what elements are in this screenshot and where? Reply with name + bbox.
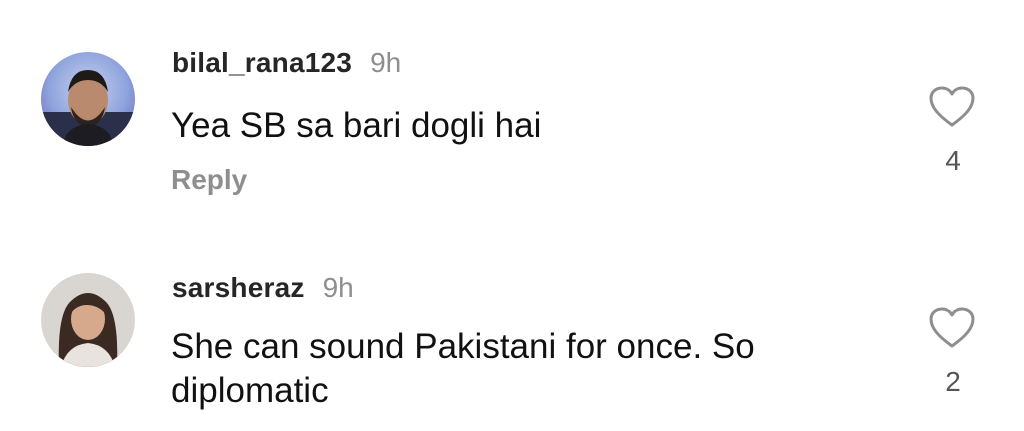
heart-outline-icon[interactable] <box>928 306 976 350</box>
like-control[interactable]: 4 <box>925 85 981 176</box>
timestamp: 9h <box>370 47 402 78</box>
user-avatar-icon <box>41 273 135 367</box>
timestamp: 9h <box>322 272 354 303</box>
comment-meta: sarsheraz 9h <box>172 272 354 304</box>
avatar[interactable] <box>41 273 135 367</box>
comment-text: She can sound Pakistani for once. So dip… <box>171 327 755 410</box>
user-avatar-icon <box>41 52 135 146</box>
comment-item: sarsheraz 9h She can sound Pakistani for… <box>0 240 1024 431</box>
comment-text: Yea SB sa bari dogli hai <box>171 106 542 145</box>
like-control[interactable]: 2 <box>925 306 981 397</box>
like-count: 4 <box>945 145 961 176</box>
like-count: 2 <box>945 366 961 397</box>
username-link[interactable]: sarsheraz <box>172 272 305 304</box>
comment-meta: bilal_rana123 9h <box>172 47 401 79</box>
reply-button[interactable]: Reply <box>171 164 247 196</box>
avatar[interactable] <box>41 52 135 146</box>
comment-item: bilal_rana123 9h Yea SB sa bari dogli ha… <box>0 0 1024 240</box>
heart-outline-icon[interactable] <box>928 85 976 129</box>
username-link[interactable]: bilal_rana123 <box>172 47 352 79</box>
